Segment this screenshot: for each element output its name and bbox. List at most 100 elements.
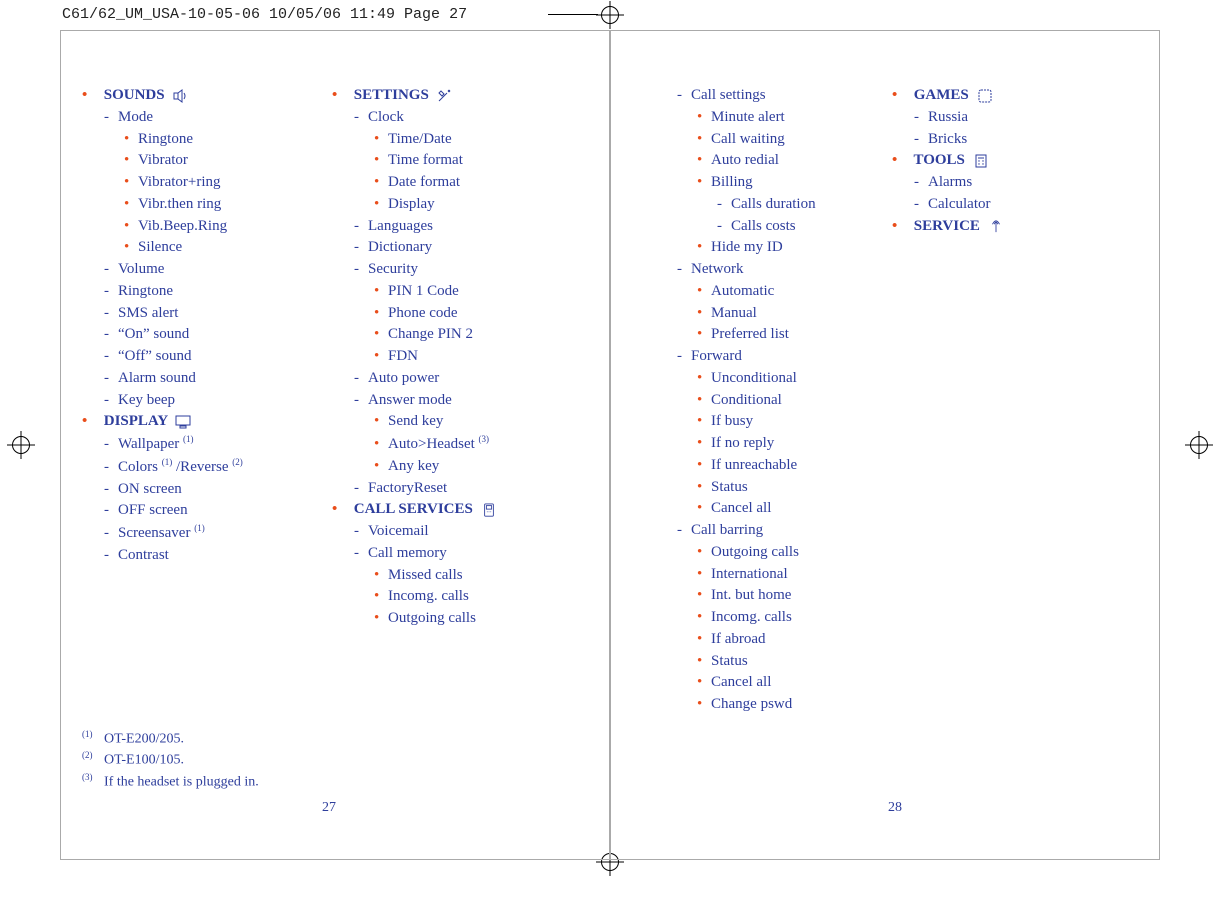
display-title: DISPLAY [104, 413, 168, 429]
list-item: Automatic [655, 281, 885, 303]
list-item: Cancel all [655, 498, 885, 520]
list-item: “Off” sound [82, 346, 322, 368]
list-item: Preferred list [655, 324, 885, 346]
list-item: OFF screen [82, 500, 322, 522]
list-item: Outgoing calls [655, 542, 885, 564]
page-number-left: 27 [322, 800, 336, 816]
header-line [548, 14, 598, 15]
section-display: DISPLAY [82, 411, 322, 433]
list-item: Vibr.then ring [82, 194, 322, 216]
mode-item: Mode [82, 107, 322, 129]
column-4: GAMES Russia Bricks TOOLS Alarms Calcula… [892, 85, 1122, 237]
list-item: Languages [332, 216, 592, 238]
section-callservices: CALL SERVICES [332, 499, 592, 521]
list-item: Vibrator+ring [82, 172, 322, 194]
list-item: Display [332, 194, 592, 216]
tools-title: TOOLS [913, 152, 964, 168]
monitor-icon [175, 415, 191, 429]
section-settings: SETTINGS [332, 85, 592, 107]
sounds-title: SOUNDS [104, 87, 165, 103]
callservices-title: CALL SERVICES [354, 501, 473, 517]
list-item: Dictionary [332, 237, 592, 259]
section-tools: TOOLS [892, 150, 1122, 172]
registration-mark-icon [12, 436, 30, 454]
list-item: Colors (1) /Reverse (2) [82, 456, 322, 479]
tools-icon [437, 89, 453, 103]
list-item: Calculator [892, 194, 1122, 216]
list-item: If unreachable [655, 455, 885, 477]
list-item: Auto power [332, 368, 592, 390]
list-item: Unconditional [655, 368, 885, 390]
list-item: Time/Date [332, 129, 592, 151]
list-item: Alarm sound [82, 368, 322, 390]
print-header: C61/62_UM_USA-10-05-06 10/05/06 11:49 Pa… [62, 6, 467, 23]
footnotes: (1)OT-E200/205. (2)OT-E100/105. (3)If th… [82, 728, 259, 792]
list-item: ON screen [82, 479, 322, 501]
list-item: Security [332, 259, 592, 281]
list-item: Conditional [655, 390, 885, 412]
games-icon [977, 89, 993, 103]
list-item: Bricks [892, 129, 1122, 151]
registration-mark-icon [601, 6, 619, 24]
list-item: Calls duration [655, 194, 885, 216]
list-item: Vibrator [82, 150, 322, 172]
list-item: Incomg. calls [655, 607, 885, 629]
list-item: Call waiting [655, 129, 885, 151]
list-item: Int. but home [655, 585, 885, 607]
section-service: SERVICE [892, 216, 1122, 238]
list-item: Date format [332, 172, 592, 194]
list-item: Silence [82, 237, 322, 259]
list-item: Ringtone [82, 129, 322, 151]
list-item: Call settings [655, 85, 885, 107]
service-title: SERVICE [914, 218, 980, 234]
list-item: Change pswd [655, 694, 885, 716]
speaker-icon [172, 89, 188, 103]
antenna-icon [988, 219, 1004, 233]
column-1: SOUNDS Mode Ringtone Vibrator Vibrator+r… [82, 85, 322, 567]
list-item: Auto redial [655, 150, 885, 172]
list-item: SMS alert [82, 303, 322, 325]
calculator-icon [973, 154, 989, 168]
list-item: Clock [332, 107, 592, 129]
list-item: FactoryReset [332, 478, 592, 500]
list-item: Auto>Headset (3) [332, 433, 592, 456]
list-item: Ringtone [82, 281, 322, 303]
list-item: FDN [332, 346, 592, 368]
list-item: Wallpaper (1) [82, 433, 322, 456]
registration-mark-icon [1190, 436, 1208, 454]
list-item: “On” sound [82, 324, 322, 346]
list-item: Billing [655, 172, 885, 194]
list-item: Answer mode [332, 390, 592, 412]
list-item: If abroad [655, 629, 885, 651]
games-title: GAMES [914, 87, 969, 103]
list-item: Screensaver (1) [82, 522, 322, 545]
page-number-right: 28 [888, 800, 902, 816]
list-item: PIN 1 Code [332, 281, 592, 303]
list-item: Phone code [332, 303, 592, 325]
list-item: If no reply [655, 433, 885, 455]
list-item: Key beep [82, 390, 322, 412]
list-item: Minute alert [655, 107, 885, 129]
list-item: Call memory [332, 543, 592, 565]
list-item: Voicemail [332, 521, 592, 543]
list-item: Cancel all [655, 672, 885, 694]
phone-icon [481, 503, 497, 517]
list-item: Hide my ID [655, 237, 885, 259]
list-item: Contrast [82, 545, 322, 567]
list-item: Forward [655, 346, 885, 368]
list-item: If busy [655, 411, 885, 433]
list-item: Russia [892, 107, 1122, 129]
section-sounds: SOUNDS [82, 85, 322, 107]
list-item: Alarms [892, 172, 1122, 194]
list-item: Manual [655, 303, 885, 325]
list-item: Status [655, 651, 885, 673]
list-item: International [655, 564, 885, 586]
list-item: Incomg. calls [332, 586, 592, 608]
list-item: Outgoing calls [332, 608, 592, 630]
list-item: Status [655, 477, 885, 499]
list-item: Call barring [655, 520, 885, 542]
list-item: Any key [332, 456, 592, 478]
list-item: Change PIN 2 [332, 324, 592, 346]
list-item: Vib.Beep.Ring [82, 216, 322, 238]
list-item: Send key [332, 411, 592, 433]
